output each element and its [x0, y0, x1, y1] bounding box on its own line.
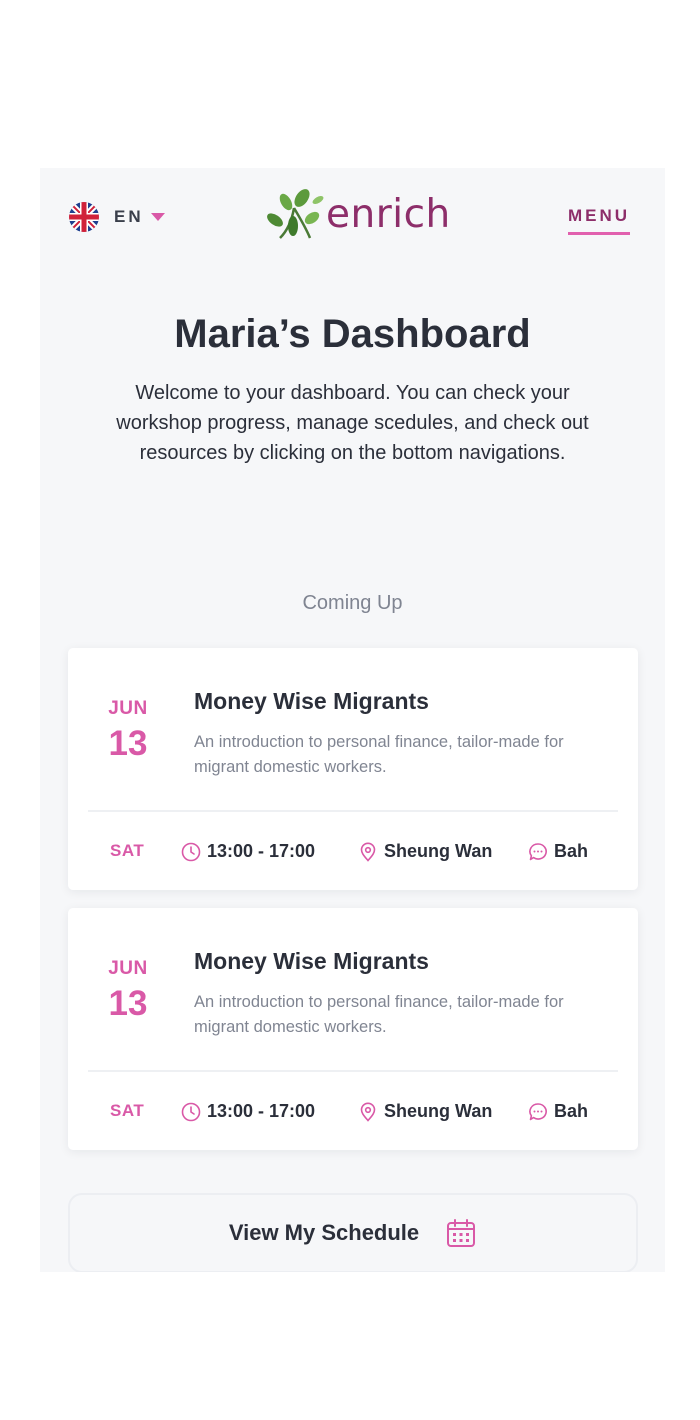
chat-bubble-icon: [529, 842, 547, 860]
chat-bubble-icon: [529, 1102, 547, 1120]
uk-flag-icon: [69, 202, 99, 232]
event-description: An introduction to personal finance, tai…: [194, 993, 564, 1036]
event-time: 13:00 - 17:00: [181, 1101, 315, 1122]
event-card[interactable]: JUN 13 Money Wise Migrants An introducti…: [68, 648, 638, 890]
event-title: Money Wise Migrants: [194, 688, 429, 714]
event-location-text: Sheung Wan: [384, 1101, 493, 1121]
event-weekday: SAT: [110, 841, 145, 860]
view-schedule-button[interactable]: View My Schedule: [68, 1193, 638, 1272]
event-location: Sheung Wan: [358, 1101, 492, 1122]
view-schedule-label: View My Schedule: [228, 1220, 420, 1245]
event-card[interactable]: JUN 13 Money Wise Migrants An introducti…: [68, 908, 638, 1150]
language-code: EN: [114, 207, 144, 226]
dashboard-screen: EN enrich MENU Maria’s Dashboard Welcome…: [40, 168, 665, 1272]
event-language-text: Bah: [554, 1101, 589, 1121]
event-language: Bah: [528, 1101, 588, 1122]
event-language: Bah: [528, 841, 588, 862]
event-month: JUN: [108, 698, 148, 719]
event-weekday: SAT: [110, 1101, 145, 1120]
location-pin-icon: [360, 1102, 376, 1122]
location-pin-icon: [360, 842, 376, 862]
event-language-text: Bah: [554, 841, 589, 861]
event-title: Money Wise Migrants: [194, 948, 429, 974]
clock-icon: [181, 1102, 201, 1121]
menu-button[interactable]: MENU: [567, 206, 630, 235]
event-location-text: Sheung Wan: [384, 841, 493, 861]
event-day: 13: [108, 984, 148, 1023]
event-description: An introduction to personal finance, tai…: [194, 733, 564, 776]
coming-up-heading: Coming Up: [302, 592, 403, 614]
logo-text: enrich: [326, 191, 451, 237]
event-location: Sheung Wan: [358, 841, 492, 862]
calendar-icon: [447, 1219, 476, 1247]
event-month: JUN: [108, 958, 148, 979]
page-title: Maria’s Dashboard: [174, 312, 531, 356]
card-divider: [88, 810, 618, 812]
event-time-text: 13:00 - 17:00: [207, 841, 316, 861]
page-subtitle: Welcome to your dashboard. You can check…: [116, 382, 589, 464]
caret-down-icon: [150, 213, 165, 221]
leaf-logo-icon: [267, 189, 324, 239]
language-selector[interactable]: EN: [69, 202, 166, 232]
event-time-text: 13:00 - 17:00: [207, 1101, 316, 1121]
enrich-logo[interactable]: enrich: [266, 188, 451, 240]
event-time: 13:00 - 17:00: [181, 841, 315, 862]
card-divider: [88, 1070, 618, 1072]
event-day: 13: [108, 724, 148, 763]
clock-icon: [181, 842, 201, 861]
